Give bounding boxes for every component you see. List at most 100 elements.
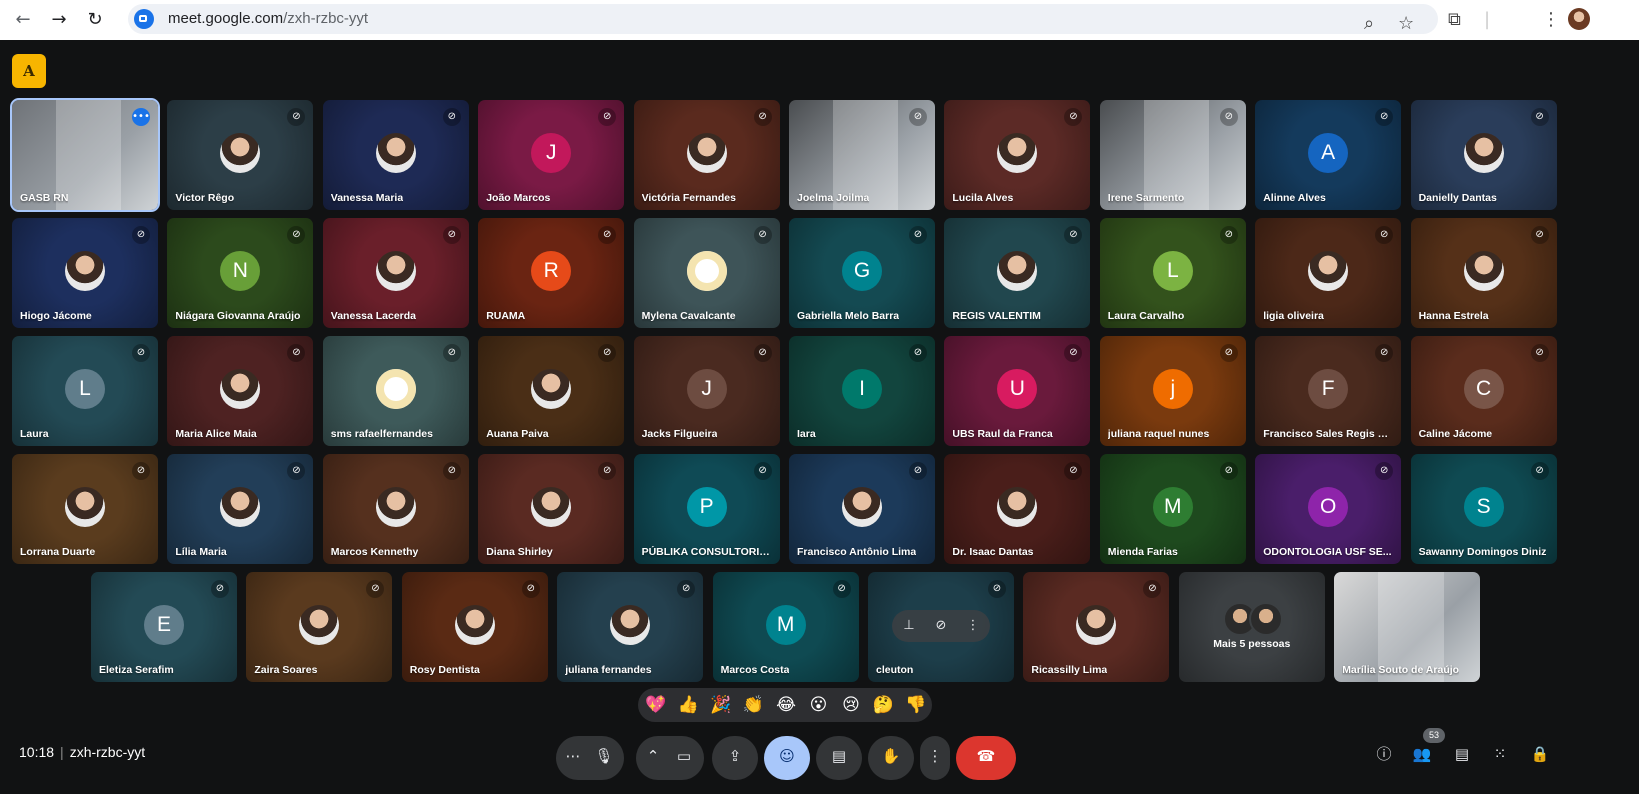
participant-tile[interactable]: ⊘ Victória Fernandes — [633, 100, 780, 210]
participant-tile[interactable]: G ⊘ Gabriella Melo Barra — [789, 218, 935, 328]
mic-off-icon: ⊘ — [677, 580, 696, 598]
participant-tile[interactable]: Marília Souto de Araújo — [1334, 572, 1481, 682]
reaction-emoji[interactable]: 👍 — [675, 692, 703, 718]
participant-tile[interactable]: ⊘ Ricassilly Lima — [1023, 572, 1170, 682]
participant-tile[interactable]: ⊘ Lucila Alves — [944, 100, 1091, 210]
browser-menu-icon[interactable]: ⋮ — [1542, 7, 1560, 33]
microphone-icon[interactable]: 🎙 — [590, 736, 618, 780]
participant-tile[interactable]: ⊘ REGIS VALENTIM — [944, 218, 1091, 328]
participant-tile[interactable]: ⊘ Lorrana Duarte — [12, 454, 158, 564]
people-icon[interactable]: 👥 — [1410, 742, 1434, 766]
reaction-emoji[interactable]: 😮 — [805, 692, 833, 718]
participant-tile[interactable]: U ⊘ UBS Raul da Franca — [944, 336, 1091, 446]
participant-tile[interactable]: ⊘ Lília Maria — [167, 454, 314, 564]
participant-name: Joelma Joilma — [797, 192, 870, 204]
address-bar[interactable]: meet.google.com/zxh-rzbc-yyt ⌕ ☆ — [128, 4, 1438, 34]
participant-name: juliana raquel nunes — [1107, 428, 1210, 440]
meeting-app-badge[interactable]: A — [12, 54, 46, 88]
participant-tile[interactable]: j ⊘ juliana raquel nunes — [1099, 336, 1246, 446]
participant-tile[interactable]: ⊘ Dr. Isaac Dantas — [944, 454, 1091, 564]
reaction-emoji[interactable]: 👎 — [902, 692, 930, 718]
participant-tile[interactable]: O ⊘ ODONTOLOGIA USF SE... — [1255, 454, 1402, 564]
participant-tile[interactable]: ⊥ ⊘ ⋮ ⊘ cleuton — [868, 572, 1014, 682]
reaction-emoji[interactable]: 🎉 — [707, 692, 735, 718]
profile-avatar[interactable] — [1568, 8, 1590, 30]
participant-tile[interactable]: ⊘ Irene Sarmento — [1099, 100, 1246, 210]
participant-tile[interactable]: ⊘ Rosy Dentista — [401, 572, 548, 682]
present-button[interactable]: ⇪ — [712, 736, 758, 780]
participant-tile[interactable]: ⊘ Zaira Soares — [246, 572, 393, 682]
participant-tile[interactable]: ⊘ Vanessa Maria — [322, 100, 469, 210]
captions-button[interactable]: ▤ — [816, 736, 862, 780]
participant-tile[interactable]: ⊘ Hiogo Jácome — [12, 218, 158, 328]
extensions-icon[interactable]: ⧉ — [1448, 7, 1461, 33]
back-arrow-icon[interactable]: ← — [10, 7, 36, 33]
participant-tile[interactable]: M ⊘ Marcos Costa — [712, 572, 859, 682]
participant-tile[interactable]: ⊘ Hanna Estrela — [1410, 218, 1557, 328]
participant-tile[interactable]: ⊘ Victor Rêgo — [167, 100, 314, 210]
participant-tile[interactable]: ⊘ Danielly Dantas — [1410, 100, 1557, 210]
participant-tile[interactable]: L ⊘ Laura Carvalho — [1099, 218, 1246, 328]
camera-icon[interactable]: ▭ — [670, 736, 698, 780]
participant-tile[interactable]: N ⊘ Niágara Giovanna Araújo — [167, 218, 314, 328]
participant-tile[interactable]: ⊘ Joelma Joilma — [789, 100, 935, 210]
participant-tile[interactable]: E ⊘ Eletiza Serafim — [91, 572, 237, 682]
participant-name: Victória Fernandes — [641, 192, 736, 204]
avatar — [686, 133, 727, 173]
participant-tile[interactable]: P ⊘ PÚBLIKA CONSULTORIA... — [633, 454, 780, 564]
mic-off-icon: ⊘ — [1064, 462, 1083, 480]
reaction-emoji[interactable]: 💖 — [642, 692, 670, 718]
participant-tile[interactable]: ⊘ ligia oliveira — [1255, 218, 1402, 328]
reload-icon[interactable]: ↻ — [82, 7, 108, 33]
info-icon[interactable]: ⓘ — [1372, 742, 1396, 766]
reaction-emoji[interactable]: 😂 — [772, 692, 800, 718]
chevron-up-icon[interactable]: ⌃ — [642, 736, 664, 780]
participant-tile[interactable]: L ⊘ Laura — [12, 336, 158, 446]
participant-tile[interactable]: ⊘ Maria Alice Maia — [167, 336, 314, 446]
participant-name: Alinne Alves — [1263, 192, 1326, 204]
raise-hand-button[interactable]: ✋ — [868, 736, 914, 780]
participant-tile[interactable]: ⊘ juliana fernandes — [557, 572, 704, 682]
participant-tile[interactable]: ⊘ Auana Paiva — [478, 336, 625, 446]
ellipsis-icon[interactable]: ⋯ — [562, 736, 584, 780]
participant-name: Mienda Farias — [1107, 546, 1178, 558]
participant-tile[interactable]: ⊘ Mylena Cavalcante — [633, 218, 780, 328]
participant-tile[interactable]: ⊘ Vanessa Lacerda — [322, 218, 469, 328]
mute-participant-icon[interactable]: ⊘ — [925, 610, 957, 642]
zoom-icon[interactable]: ⌕ — [1364, 11, 1374, 37]
participant-tile[interactable]: R ⊘ RUAMA — [478, 218, 625, 328]
participant-tile[interactable]: A ⊘ Alinne Alves — [1255, 100, 1402, 210]
participant-tile[interactable]: ⊘ Francisco Antônio Lima — [789, 454, 935, 564]
chat-icon[interactable]: ▤ — [1450, 742, 1474, 766]
participant-tile[interactable]: I ⊘ Iara — [789, 336, 935, 446]
reaction-emoji[interactable]: 👏 — [740, 692, 768, 718]
participant-tile[interactable]: J ⊘ João Marcos — [478, 100, 625, 210]
participant-tile[interactable]: ⊘ Marcos Kennethy — [322, 454, 469, 564]
emoji-button[interactable]: ☺ — [764, 736, 810, 780]
reaction-emoji[interactable]: 😢 — [837, 692, 865, 718]
participant-tile[interactable]: S ⊘ Sawanny Domingos Diniz — [1410, 454, 1557, 564]
participant-tile[interactable]: ••• GASB RN — [10, 98, 160, 212]
participant-tile[interactable]: M ⊘ Mienda Farias — [1099, 454, 1246, 564]
participant-tile[interactable]: F ⊘ Francisco Sales Regis B... — [1255, 336, 1402, 446]
avatar: L — [65, 369, 105, 409]
bookmark-star-icon[interactable]: ☆ — [1398, 11, 1414, 37]
reaction-emoji[interactable]: 🤔 — [870, 692, 898, 718]
tile-more-icon[interactable]: ⋮ — [957, 610, 989, 642]
participant-tile[interactable]: C ⊘ Caline Jácome — [1410, 336, 1557, 446]
participant-tile[interactable]: ⊘ sms rafaelfernandes — [322, 336, 469, 446]
pin-icon[interactable]: ⊥ — [893, 610, 925, 642]
forward-arrow-icon[interactable]: → — [46, 7, 72, 33]
participant-tile[interactable]: Mais 5 pessoas — [1178, 572, 1325, 682]
participant-name: Rosy Dentista — [409, 664, 480, 676]
avatar: C — [1463, 369, 1504, 409]
activities-icon[interactable]: ⁙ — [1488, 742, 1512, 766]
host-controls-icon[interactable]: 🔒 — [1528, 742, 1552, 766]
avatar — [1248, 602, 1283, 636]
more-options-button[interactable]: ⋮ — [920, 736, 950, 780]
participant-name: Lucila Alves — [952, 192, 1014, 204]
participant-tile[interactable]: ⊘ Diana Shirley — [478, 454, 625, 564]
participant-tile[interactable]: J ⊘ Jacks Filgueira — [633, 336, 780, 446]
end-call-button[interactable]: ☎ — [956, 736, 1016, 780]
browser-toolbar: ← → ↻ meet.google.com/zxh-rzbc-yyt ⌕ ☆ ⧉… — [0, 0, 1639, 40]
